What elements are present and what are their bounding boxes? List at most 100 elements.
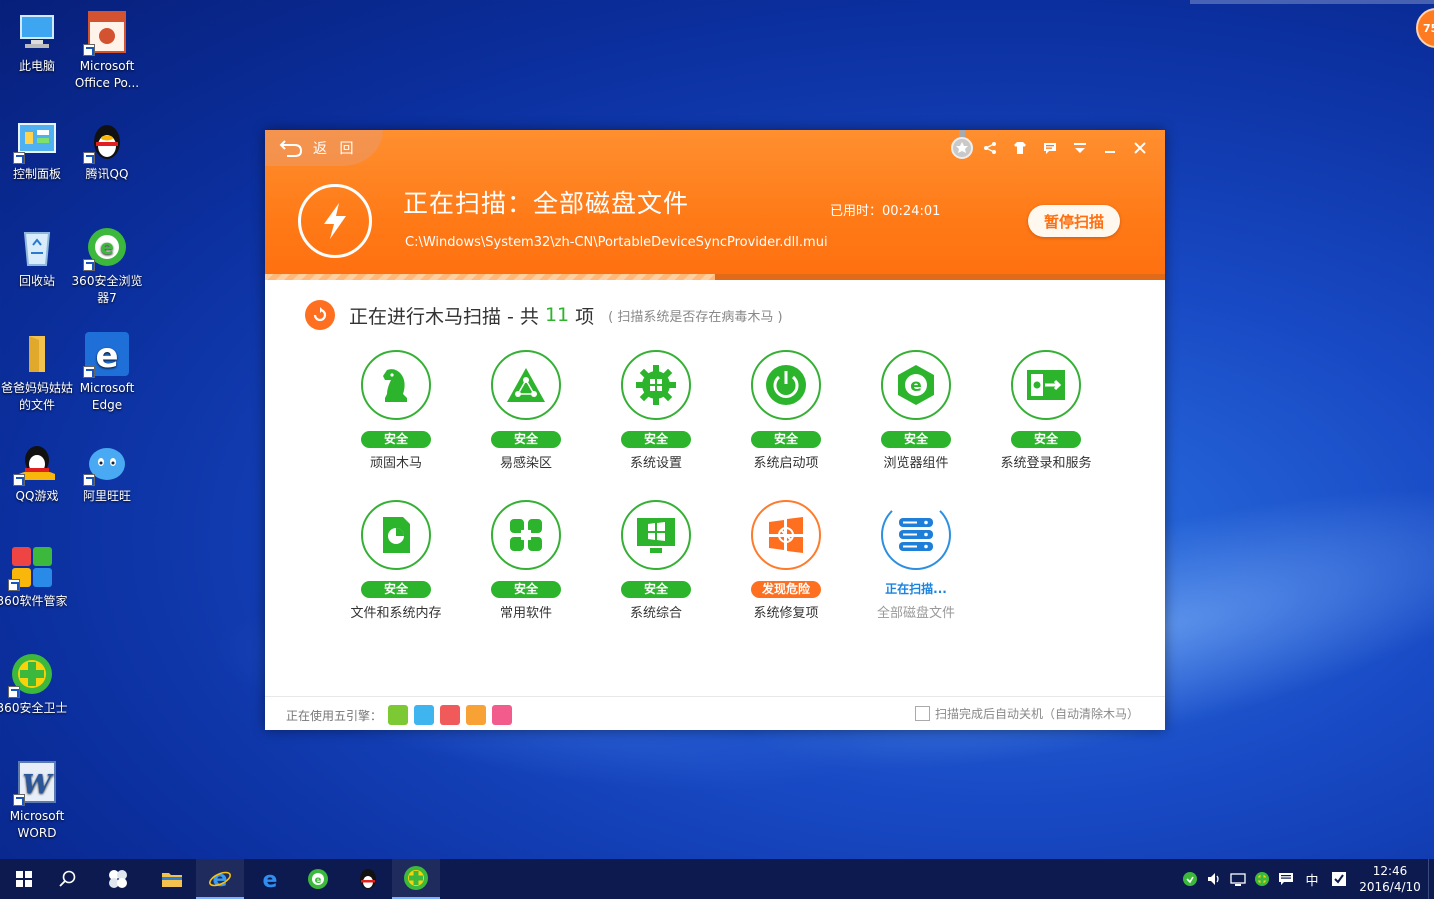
svg-text:e: e <box>910 376 922 396</box>
desktop-icon-label: 腾讯QQ <box>85 167 129 181</box>
browser-icon: e <box>881 350 951 420</box>
scan-item-stubborn-trojan[interactable]: 安全 顽固木马 <box>336 350 456 471</box>
section-prefix: 正在进行木马扫描 - 共 <box>349 305 539 328</box>
status-badge: 安全 <box>491 431 561 448</box>
scan-item-system-repair[interactable]: 发现危险 系统修复项 <box>726 500 846 621</box>
desktop-icon-powerpoint[interactable]: Microsoft Office Po... <box>70 10 144 92</box>
desktop-icon-360-software[interactable]: 360软件管家 <box>0 545 69 610</box>
ime-indicator[interactable]: 中 <box>1298 870 1326 889</box>
scan-file-path: C:\Windows\System32\zh-CN\PortableDevice… <box>405 235 828 250</box>
scan-item-file-memory[interactable]: 安全 文件和系统内存 <box>336 500 456 621</box>
gear-icon <box>621 350 691 420</box>
background-window-edge <box>1190 0 1434 4</box>
status-badge: 安全 <box>361 581 431 598</box>
360-scan-window: 返 回 正在扫描：全部磁盘文件 C:\Windows\System32\zh-C… <box>265 130 1165 730</box>
file-explorer-icon[interactable] <box>148 859 196 899</box>
bitdefender-engine-icon[interactable] <box>440 705 461 725</box>
status-badge: 安全 <box>361 431 431 448</box>
show-desktop-button[interactable] <box>1428 859 1434 899</box>
status-badge: 安全 <box>621 431 691 448</box>
menu-icon[interactable] <box>1065 136 1095 160</box>
section-title: 正在进行木马扫描 - 共 11 项 ( 扫描系统是否存在病毒木马 ) <box>305 300 783 330</box>
scan-item-all-disk-files[interactable]: 正在扫描... 全部磁盘文件 <box>856 500 976 621</box>
window-header: 返 回 正在扫描：全部磁盘文件 C:\Windows\System32\zh-C… <box>265 130 1165 280</box>
start-icon[interactable] <box>0 859 48 899</box>
edge-icon[interactable]: e <box>246 859 294 899</box>
back-label: 返 回 <box>313 141 358 157</box>
qq-icon[interactable] <box>344 859 392 899</box>
apps-grid-icon <box>491 500 561 570</box>
desktop-icon-label: QQ游戏 <box>15 489 59 503</box>
qvm-engine-icon[interactable] <box>414 705 435 725</box>
desktop-icon-label: Microsoft WORD <box>9 809 65 840</box>
search-icon[interactable] <box>44 859 92 899</box>
scan-item-browser-components[interactable]: e 安全 浏览器组件 <box>856 350 976 471</box>
file-memory-icon <box>361 500 431 570</box>
scan-item-system-general[interactable]: 安全 系统综合 <box>596 500 716 621</box>
ie-icon[interactable]: e <box>196 859 244 899</box>
scan-title: 正在扫描：全部磁盘文件 <box>403 189 690 218</box>
minimize-icon[interactable] <box>1095 136 1125 160</box>
elapsed-time: 已用时：00:24:01 <box>830 204 941 219</box>
trojan-scan-icon <box>305 300 335 330</box>
scan-item-startup[interactable]: 安全 系统启动项 <box>726 350 846 471</box>
skin-icon[interactable] <box>1005 136 1035 160</box>
svg-text:e: e <box>263 868 278 891</box>
scan-item-system-settings[interactable]: 安全 系统设置 <box>596 350 716 471</box>
scan-item-label: 文件和系统内存 <box>350 606 442 621</box>
clock[interactable]: 12:46 2016/4/10 <box>1352 863 1428 895</box>
knight-icon <box>361 350 431 420</box>
desktop-icon-qq[interactable]: 腾讯QQ <box>70 118 144 183</box>
desktop-icon-360-browser[interactable]: e 360安全浏览器7 <box>70 225 144 307</box>
close-icon[interactable] <box>1125 136 1155 160</box>
volume-icon[interactable] <box>1202 871 1226 887</box>
windows-monitor-icon <box>621 500 691 570</box>
message-icon[interactable] <box>1035 136 1065 160</box>
360-tray-icon[interactable] <box>1178 871 1202 887</box>
system-repair-engine-icon[interactable] <box>466 705 487 725</box>
cloud-engine-icon[interactable] <box>388 705 409 725</box>
scan-item-infection-zone[interactable]: 安全 易感染区 <box>466 350 586 471</box>
power-icon <box>751 350 821 420</box>
desktop-icon-360-security[interactable]: 360安全卫士 <box>0 652 69 717</box>
windows-repair-icon <box>751 500 821 570</box>
task-view-icon[interactable] <box>94 859 142 899</box>
qq-game-icon <box>13 440 59 486</box>
clock-time: 12:46 <box>1372 864 1408 878</box>
section-suffix: 项 <box>575 305 595 328</box>
clock-date: 2016/4/10 <box>1359 880 1421 894</box>
360-guard-tray-icon[interactable] <box>1250 871 1274 887</box>
share-icon[interactable] <box>975 136 1005 160</box>
lightning-icon <box>298 184 372 258</box>
scan-item-common-software[interactable]: 安全 常用软件 <box>466 500 586 621</box>
desktop-icon-word[interactable]: W Microsoft WORD <box>0 760 74 842</box>
scan-item-label: 全部磁盘文件 <box>876 606 955 621</box>
medal-icon[interactable] <box>951 130 973 160</box>
avira-engine-icon[interactable] <box>492 705 513 725</box>
back-button[interactable]: 返 回 <box>265 130 383 166</box>
desktop-icon-aliwangwang[interactable]: 阿里旺旺 <box>70 440 144 505</box>
scan-item-label: 系统综合 <box>629 606 682 621</box>
desktop-icon-label: 360安全卫士 <box>0 701 68 715</box>
status-badge: 安全 <box>491 581 561 598</box>
desktop-icon-folder[interactable]: 爸爸妈妈姑姑的文件 <box>0 332 74 414</box>
notification-icon[interactable] <box>1326 871 1352 887</box>
scan-item-login-services[interactable]: 安全 系统登录和服务 <box>986 350 1106 471</box>
pause-scan-button[interactable]: 暂停扫描 <box>1028 205 1120 237</box>
desktop-icon-this-pc[interactable]: 此电脑 <box>0 10 74 75</box>
desktop-icon-qq-game[interactable]: QQ游戏 <box>0 440 74 505</box>
action-center-icon[interactable] <box>1274 871 1298 887</box>
network-icon[interactable] <box>1226 871 1250 887</box>
taskbar: e e e 中 12:46 2016/4/10 <box>0 859 1434 899</box>
edge-icon: e <box>83 332 129 378</box>
svg-text:e: e <box>95 336 118 376</box>
desktop-icon-recycle-bin[interactable]: 回收站 <box>0 225 74 290</box>
notification-badge[interactable]: 75 <box>1416 8 1434 48</box>
auto-shutdown-option[interactable]: 扫描完成后自动关机（自动清除木马） <box>914 705 1139 722</box>
360-security-icon[interactable] <box>392 859 440 899</box>
360-browser-icon[interactable]: e <box>294 859 342 899</box>
desktop-icon-edge[interactable]: e Microsoft Edge <box>70 332 144 414</box>
desktop-icon-control-panel[interactable]: 控制面板 <box>0 118 74 183</box>
auto-shutdown-checkbox[interactable] <box>914 706 930 721</box>
desktop-icon-label: 爸爸妈妈姑姑的文件 <box>0 381 73 412</box>
